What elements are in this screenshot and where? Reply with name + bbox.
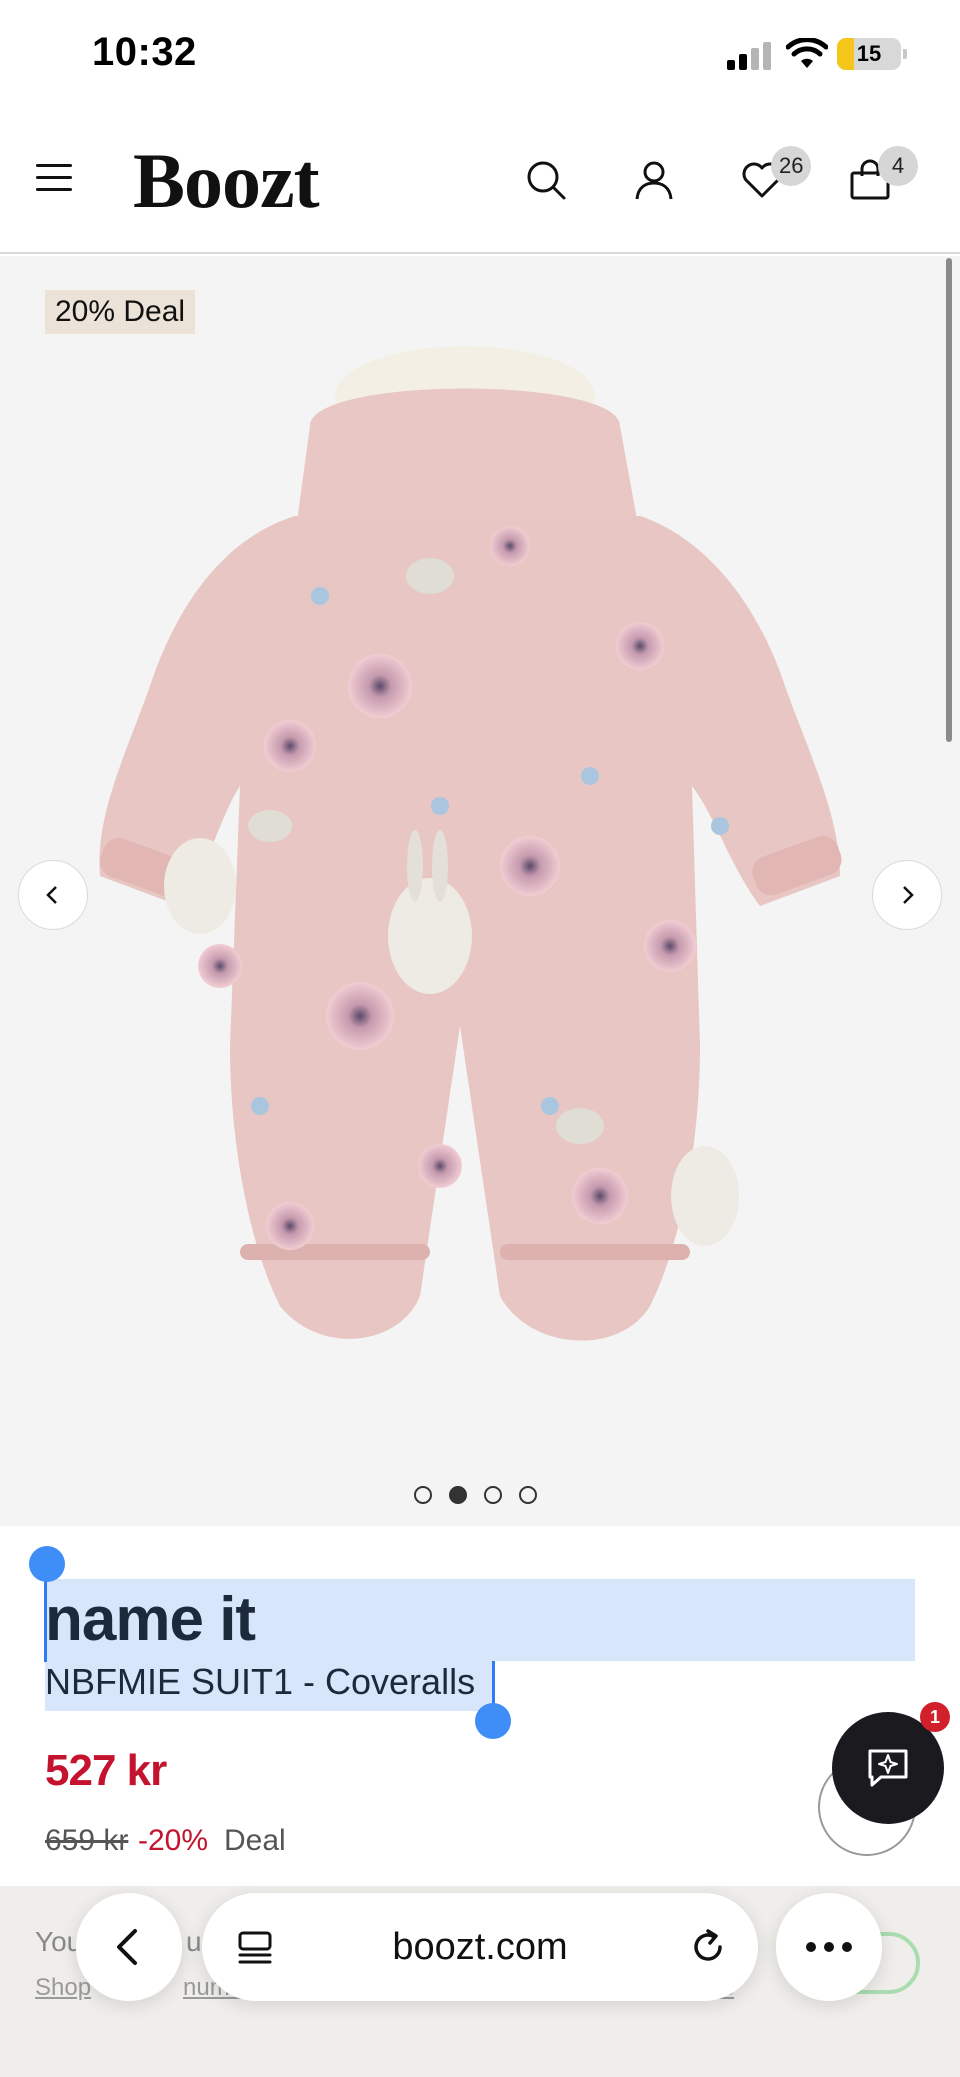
pagination-dot[interactable]	[414, 1486, 432, 1504]
browser-more-button[interactable]	[776, 1893, 882, 2001]
account-icon[interactable]	[632, 158, 676, 202]
boozt-logo[interactable]: Boozt	[133, 136, 320, 226]
selection-start-handle[interactable]	[29, 1546, 65, 1582]
selection-end-handle[interactable]	[475, 1703, 511, 1739]
reader-tabs-icon[interactable]	[236, 1927, 276, 1967]
pagination-dot[interactable]	[449, 1486, 467, 1504]
image-pagination-dots	[414, 1486, 537, 1504]
more-dots-icon	[806, 1942, 852, 1952]
chat-sparkle-icon	[868, 1749, 908, 1787]
search-icon[interactable]	[524, 158, 568, 202]
wishlist-count-badge: 26	[771, 146, 812, 186]
site-header: Boozt 26 4	[0, 110, 960, 254]
current-price: 527 kr	[45, 1746, 167, 1795]
wifi-icon	[786, 38, 828, 68]
status-time: 10:32	[92, 30, 197, 74]
previous-image-button[interactable]	[18, 860, 88, 930]
product-brand[interactable]: name it	[45, 1584, 256, 1655]
product-name: NBFMIE SUIT1 - Coveralls	[45, 1661, 476, 1702]
chevron-left-icon	[46, 886, 57, 904]
product-info: name it NBFMIE SUIT1 - Coveralls 527 kr …	[0, 1526, 960, 1886]
status-bar: 10:32 15	[0, 0, 960, 110]
obscured-link[interactable]: Shop	[35, 1974, 91, 2002]
chat-notification-badge: 1	[920, 1702, 950, 1732]
browser-back-button[interactable]	[76, 1893, 182, 2001]
deal-tag: 20% Deal	[45, 290, 196, 334]
page-scrollbar[interactable]	[946, 258, 952, 742]
reload-icon[interactable]	[688, 1927, 728, 1967]
product-image	[99, 346, 842, 1341]
discount-percent: -20%	[138, 1824, 209, 1857]
back-arrow-icon	[117, 1929, 137, 1965]
battery-icon: 15	[837, 38, 907, 70]
hamburger-menu-icon[interactable]	[36, 164, 72, 192]
url-text[interactable]: boozt.com	[392, 1926, 567, 1969]
next-image-button[interactable]	[872, 860, 942, 930]
pagination-dot[interactable]	[519, 1486, 537, 1504]
original-price: 659 kr	[45, 1824, 129, 1857]
battery-level: 15	[856, 41, 882, 66]
bag-count-badge: 4	[878, 146, 918, 186]
chevron-right-icon	[903, 886, 914, 904]
browser-address-bar[interactable]: boozt.com	[202, 1893, 758, 2001]
product-image-gallery[interactable]: 20% Deal	[0, 256, 960, 1526]
signal-icon	[727, 40, 773, 70]
pagination-dot[interactable]	[484, 1486, 502, 1504]
deal-label: Deal	[224, 1824, 286, 1857]
